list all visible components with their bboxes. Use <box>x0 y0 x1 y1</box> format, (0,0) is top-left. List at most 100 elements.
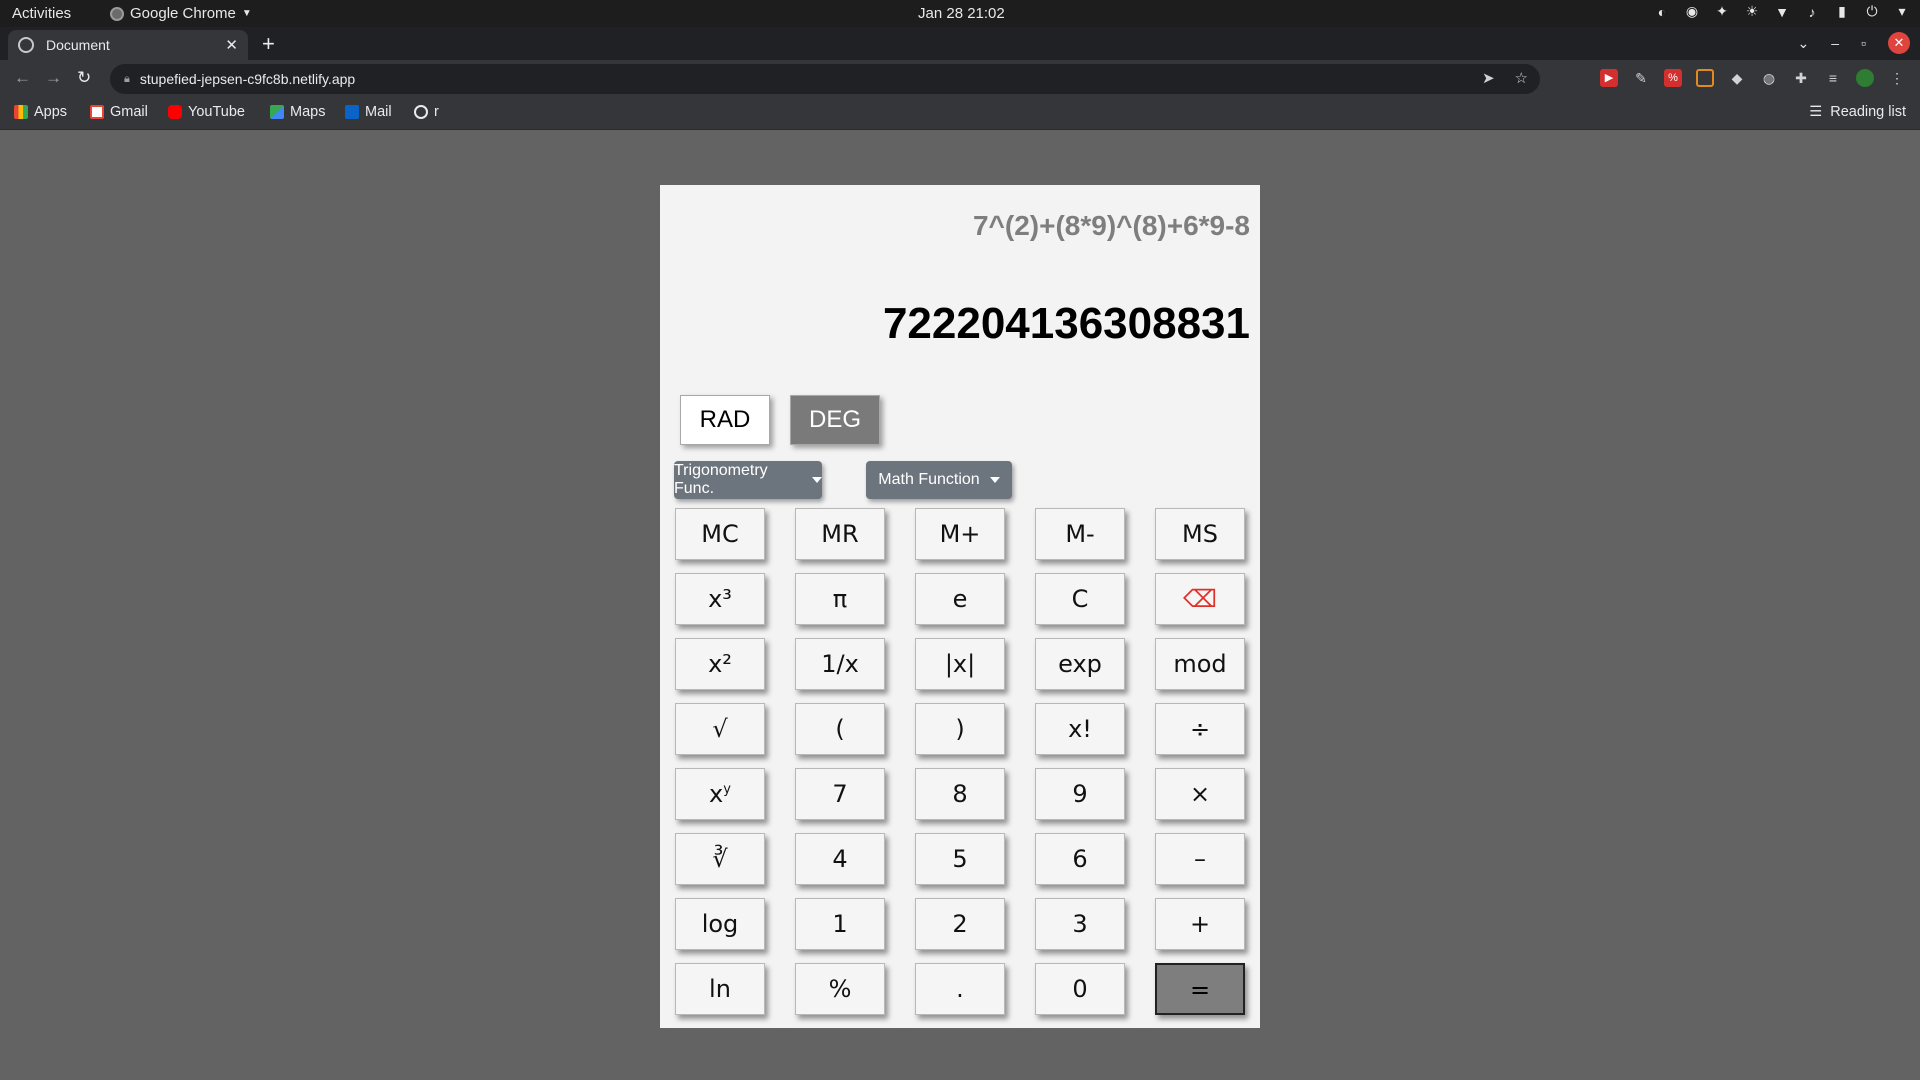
calculator: 7^(2)+(8*9)^(8)+6*9-8 722204136308831 RA… <box>660 185 1260 1028</box>
media-control-icon[interactable]: ≡ <box>1824 69 1842 87</box>
divide-button[interactable]: ÷ <box>1155 703 1245 755</box>
send-icon[interactable]: ➤ <box>1482 69 1495 87</box>
bookmarks-bar: Apps Gmail YouTube Maps Mail r ☰ Reading… <box>0 98 1920 130</box>
extensions-puzzle-icon[interactable]: ✚ <box>1792 69 1810 87</box>
power-button[interactable]: xy <box>675 768 765 820</box>
gmail-icon <box>90 105 104 119</box>
digit-5-button[interactable]: 5 <box>915 833 1005 885</box>
bookmark-apps[interactable]: Apps <box>14 104 67 120</box>
mod-button[interactable]: mod <box>1155 638 1245 690</box>
bookmark-youtube[interactable]: YouTube <box>168 104 245 120</box>
rad-mode-button[interactable]: RAD <box>680 395 770 445</box>
reciprocal-button[interactable]: 1/x <box>795 638 885 690</box>
digit-2-button[interactable]: 2 <box>915 898 1005 950</box>
trigonometry-dropdown[interactable]: Trigonometry Func. <box>674 461 822 499</box>
menu-kebab-icon[interactable]: ⋮ <box>1888 69 1906 87</box>
digit-4-button[interactable]: 4 <box>795 833 885 885</box>
bookmark-mail[interactable]: Mail <box>345 104 392 120</box>
reading-list-label: Reading list <box>1830 104 1906 120</box>
memory-clear-button[interactable]: MC <box>675 508 765 560</box>
equals-button[interactable]: = <box>1155 963 1245 1015</box>
teams-icon[interactable]: ✦ <box>1714 3 1730 20</box>
close-tab-icon[interactable]: ✕ <box>225 36 238 54</box>
address-bar[interactable]: 🔒︎ stupefied-jepsen-c9fc8b.netlify.app ➤… <box>110 64 1540 94</box>
digit-9-button[interactable]: 9 <box>1035 768 1125 820</box>
add-button[interactable]: + <box>1155 898 1245 950</box>
minimize-icon[interactable]: – <box>1831 35 1839 51</box>
bookmark-maps[interactable]: Maps <box>270 104 325 120</box>
square-root-button[interactable]: √ <box>675 703 765 755</box>
digit-3-button[interactable]: 3 <box>1035 898 1125 950</box>
pi-button[interactable]: π <box>795 573 885 625</box>
close-window-icon[interactable]: ✕ <box>1888 32 1910 54</box>
chrome-tray-icon[interactable]: ◉ <box>1684 3 1700 20</box>
lock-icon[interactable]: 🔒︎ <box>124 73 130 86</box>
profile-avatar[interactable] <box>1856 69 1874 87</box>
star-icon[interactable]: ☆ <box>1515 69 1528 87</box>
steam-icon[interactable]: ◐ <box>1654 4 1670 20</box>
extension-crop-icon[interactable] <box>1696 69 1714 87</box>
bookmark-r[interactable]: r <box>414 104 439 120</box>
maximize-icon[interactable]: ▫ <box>1861 35 1866 51</box>
subtract-button[interactable]: – <box>1155 833 1245 885</box>
left-paren-button[interactable]: ( <box>795 703 885 755</box>
system-top-bar: Activities Google Chrome ▼ Jan 28 21:02 … <box>0 0 1920 27</box>
extension-shield-icon[interactable]: ◍ <box>1760 69 1778 87</box>
outlook-icon <box>345 105 359 119</box>
cube-root-button[interactable]: ∛ <box>675 833 765 885</box>
power-icon[interactable]: ⏻ <box>1864 3 1880 20</box>
system-tray[interactable]: ◐ ◉ ✦ ☀ ▼ ♪ ▮ ⏻ ▾ <box>1654 3 1910 20</box>
deg-mode-button[interactable]: DEG <box>790 395 880 445</box>
decimal-point-button[interactable]: . <box>915 963 1005 1015</box>
tab-document[interactable]: Document ✕ <box>8 30 248 60</box>
reading-list-button[interactable]: ☰ Reading list <box>1809 104 1906 120</box>
microphone-icon[interactable]: ▮ <box>1834 3 1850 20</box>
apps-grid-icon <box>14 105 28 119</box>
new-tab-button[interactable]: + <box>262 31 275 57</box>
percent-button[interactable]: % <box>795 963 885 1015</box>
caret-down-icon <box>812 477 822 483</box>
activities-button[interactable]: Activities <box>12 5 71 22</box>
back-icon[interactable]: ← <box>14 68 31 88</box>
app-name: Google Chrome <box>130 5 236 22</box>
factorial-button[interactable]: x! <box>1035 703 1125 755</box>
forward-icon[interactable]: → <box>45 68 62 88</box>
chevron-down-icon: ▼ <box>241 8 252 19</box>
tab-search-icon[interactable]: ⌄ <box>1798 35 1810 52</box>
extension-diamond-icon[interactable]: ◆ <box>1728 69 1746 87</box>
extension-red-icon[interactable]: ▶ <box>1600 69 1618 87</box>
right-paren-button[interactable]: ) <box>915 703 1005 755</box>
digit-7-button[interactable]: 7 <box>795 768 885 820</box>
brightness-icon[interactable]: ☀ <box>1744 3 1760 20</box>
memory-store-button[interactable]: MS <box>1155 508 1245 560</box>
app-menu[interactable]: Google Chrome ▼ <box>110 5 252 22</box>
bookmark-gmail[interactable]: Gmail <box>90 104 148 120</box>
square-button[interactable]: x² <box>675 638 765 690</box>
exp-button[interactable]: exp <box>1035 638 1125 690</box>
volume-icon[interactable]: ♪ <box>1804 4 1820 20</box>
absolute-value-button[interactable]: |x| <box>915 638 1005 690</box>
chevron-down-icon[interactable]: ▾ <box>1894 3 1910 20</box>
digit-0-button[interactable]: 0 <box>1035 963 1125 1015</box>
reload-icon[interactable]: ↻ <box>77 68 91 88</box>
multiply-button[interactable]: × <box>1155 768 1245 820</box>
euler-button[interactable]: e <box>915 573 1005 625</box>
digit-1-button[interactable]: 1 <box>795 898 885 950</box>
memory-add-button[interactable]: M+ <box>915 508 1005 560</box>
ln-button[interactable]: ln <box>675 963 765 1015</box>
memory-subtract-button[interactable]: M- <box>1035 508 1125 560</box>
wifi-icon[interactable]: ▼ <box>1774 4 1790 20</box>
url-text[interactable]: stupefied-jepsen-c9fc8b.netlify.app <box>140 71 355 87</box>
backspace-button[interactable]: ⌫ <box>1155 573 1245 625</box>
math-function-dropdown[interactable]: Math Function <box>866 461 1012 499</box>
memory-recall-button[interactable]: MR <box>795 508 885 560</box>
clock[interactable]: Jan 28 21:02 <box>918 5 1005 22</box>
cube-button[interactable]: x³ <box>675 573 765 625</box>
log-button[interactable]: log <box>675 898 765 950</box>
extension-pen-icon[interactable]: ✎ <box>1632 69 1650 87</box>
clear-button[interactable]: C <box>1035 573 1125 625</box>
extension-percent-icon[interactable]: % <box>1664 69 1682 87</box>
digit-8-button[interactable]: 8 <box>915 768 1005 820</box>
bookmark-label: Gmail <box>110 104 148 120</box>
digit-6-button[interactable]: 6 <box>1035 833 1125 885</box>
